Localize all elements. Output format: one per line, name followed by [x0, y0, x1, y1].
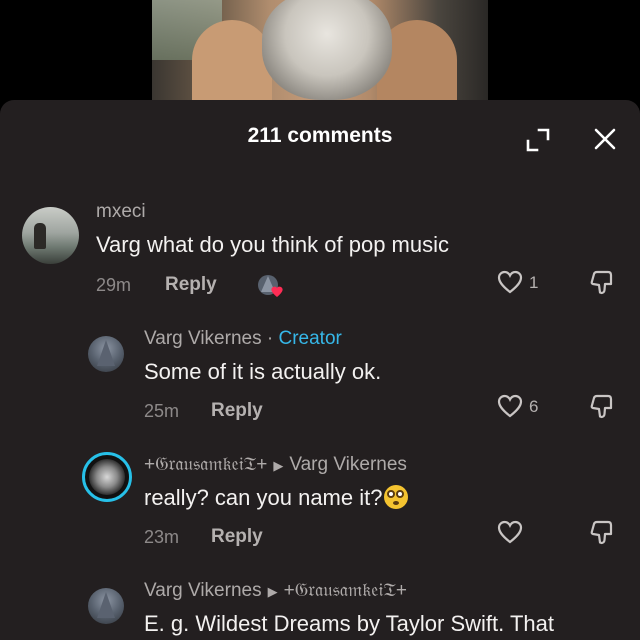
comment-username[interactable]: Varg Vikernes [144, 328, 262, 349]
reply-to-username[interactable]: +𝔊𝔯𝔞𝔲𝔰𝔞𝔪𝔨𝔢𝔦𝔗+ [284, 580, 407, 601]
like-count: 1 [529, 273, 539, 292]
heart-outline-icon[interactable] [496, 393, 524, 419]
avatar[interactable] [88, 336, 124, 372]
comment-header: Varg Vikernes · Creator [144, 328, 342, 350]
reply-button[interactable]: Reply [211, 400, 263, 422]
like-count: 6 [529, 397, 539, 416]
comment-username[interactable]: mxeci [96, 201, 146, 223]
heart-outline-icon[interactable] [496, 269, 524, 295]
liked-by-creator-icon [258, 275, 283, 297]
close-icon[interactable] [590, 124, 620, 154]
heart-outline-icon[interactable] [496, 519, 524, 545]
comment-text: really? can you name it? [144, 485, 383, 510]
comment-time: 23m [144, 527, 180, 547]
video-beard [262, 0, 392, 100]
flushed-face-emoji [384, 485, 409, 509]
comment-text: E. g. Wildest Dreams by Taylor Swift. Th… [144, 611, 554, 636]
creator-badge: Creator [278, 328, 342, 349]
comment-header: +𝔊𝔯𝔞𝔲𝔰𝔞𝔪𝔨𝔢𝔦𝔗+ ▶ Varg Vikernes [144, 454, 407, 476]
dislike-icon[interactable] [589, 393, 615, 419]
reply-to-username[interactable]: Varg Vikernes [289, 454, 407, 475]
dislike-icon[interactable] [589, 519, 615, 545]
comment-text-line: really? can you name it? [144, 485, 409, 511]
video-hood-left [192, 20, 272, 100]
separator-dot: · [261, 328, 279, 349]
comments-sheet: 211 comments mxeci Varg what do you thin… [0, 100, 640, 640]
expand-icon[interactable] [524, 126, 552, 154]
reply-arrow-icon: ▶ [273, 458, 284, 473]
comment-text: Some of it is actually ok. [144, 359, 382, 384]
comment-header: Varg Vikernes ▶ +𝔊𝔯𝔞𝔲𝔰𝔞𝔪𝔨𝔢𝔦𝔗+ [144, 580, 407, 602]
comment-time: 25m [144, 401, 180, 421]
comment-text: Varg what do you think of pop music [96, 232, 450, 257]
avatar[interactable] [88, 588, 124, 624]
reply-arrow-icon: ▶ [267, 584, 278, 599]
video-background[interactable] [0, 0, 640, 100]
comment-time: 29m [96, 275, 132, 295]
dislike-icon[interactable] [589, 269, 615, 295]
comment-username[interactable]: Varg Vikernes [144, 580, 262, 601]
comment-username[interactable]: +𝔊𝔯𝔞𝔲𝔰𝔞𝔪𝔨𝔢𝔦𝔗+ [144, 454, 267, 475]
avatar[interactable] [82, 452, 132, 502]
avatar[interactable] [22, 207, 79, 264]
video-frame [152, 0, 488, 100]
reply-button[interactable]: Reply [211, 526, 263, 548]
reply-button[interactable]: Reply [165, 274, 217, 296]
